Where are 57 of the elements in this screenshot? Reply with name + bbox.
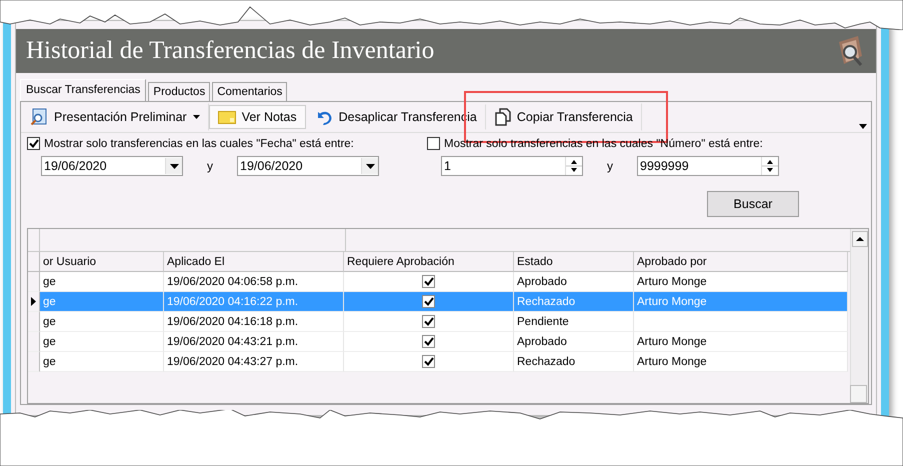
number-field[interactable]: 9999999 — [637, 156, 779, 176]
toolbar-button[interactable]: Presentación Preliminar — [21, 103, 209, 131]
tab[interactable]: Productos — [148, 82, 210, 101]
date-field[interactable]: 19/06/2020 — [41, 156, 183, 176]
table-cell: 19/06/2020 04:43:27 p.m. — [164, 352, 344, 372]
table-cell: Rechazado — [514, 352, 634, 372]
checkbox[interactable] — [427, 137, 440, 150]
table-cell: 19/06/2020 04:16:22 p.m. — [164, 292, 344, 312]
checkbox[interactable] — [422, 335, 435, 348]
date-field[interactable]: 19/06/2020 — [237, 156, 379, 176]
copy-icon — [494, 108, 511, 126]
dropdown-arrow-icon[interactable] — [170, 164, 178, 168]
table-cell: Arturo Monge — [634, 332, 848, 352]
tab[interactable]: Buscar Transferencias — [20, 79, 146, 101]
table-cell: Rechazado — [514, 292, 634, 312]
note-icon — [218, 110, 236, 124]
table-cell: ge — [40, 272, 164, 292]
table-cell: ge — [40, 332, 164, 352]
dropdown-arrow-icon[interactable] — [366, 164, 374, 168]
table-cell: 19/06/2020 04:43:21 p.m. — [164, 332, 344, 352]
column-header[interactable]: Aplicado El — [164, 252, 344, 272]
column-header[interactable]: Requiere Aprobación — [344, 252, 514, 272]
column-header[interactable]: Aprobado por — [634, 252, 848, 272]
filter-label: Mostrar solo transferencias en las cuales "Fecha" está entre: — [44, 138, 354, 150]
number-field[interactable]: 1 — [441, 156, 583, 176]
table-cell: ge — [40, 352, 164, 372]
table-cell: Arturo Monge — [634, 352, 848, 372]
row-header[interactable] — [28, 292, 40, 312]
table-cell: Aprobado — [514, 272, 634, 292]
table-cell: ge — [40, 312, 164, 332]
table-cell: Pendiente — [514, 312, 634, 332]
separator-label: y — [207, 159, 213, 173]
separator-label: y — [607, 159, 613, 173]
tab[interactable]: Comentarios — [212, 82, 288, 101]
toolbar-button[interactable]: Copiar Transferencia — [486, 103, 642, 131]
current-row-icon — [31, 297, 36, 306]
column-header[interactable]: Estado — [514, 252, 634, 272]
checkbox[interactable] — [422, 275, 435, 288]
checkbox[interactable] — [422, 355, 435, 368]
table-cell: ge — [40, 292, 164, 312]
search-button[interactable]: Buscar — [707, 191, 799, 217]
magnifier-page-icon — [30, 108, 48, 126]
checkbox[interactable] — [422, 315, 435, 328]
table-cell: Arturo Monge — [634, 292, 848, 312]
table-cell: Arturo Monge — [634, 272, 848, 292]
table-cell: Aprobado — [514, 332, 634, 352]
overflow-icon[interactable] — [859, 124, 867, 129]
toolbar-button[interactable]: Ver Notas — [208, 105, 306, 129]
checkbox[interactable] — [422, 295, 435, 308]
table-cell: 19/06/2020 04:06:58 p.m. — [164, 272, 344, 292]
window-title: Historial de Transferencias de Inventario — [26, 37, 434, 65]
checkbox[interactable] — [27, 137, 40, 150]
table-cell: 19/06/2020 04:16:18 p.m. — [164, 312, 344, 332]
scrollbar[interactable] — [850, 229, 868, 403]
column-header[interactable]: or Usuario — [40, 252, 164, 272]
scroll-up-icon[interactable] — [852, 231, 868, 247]
scroll-thumb[interactable] — [850, 385, 867, 403]
